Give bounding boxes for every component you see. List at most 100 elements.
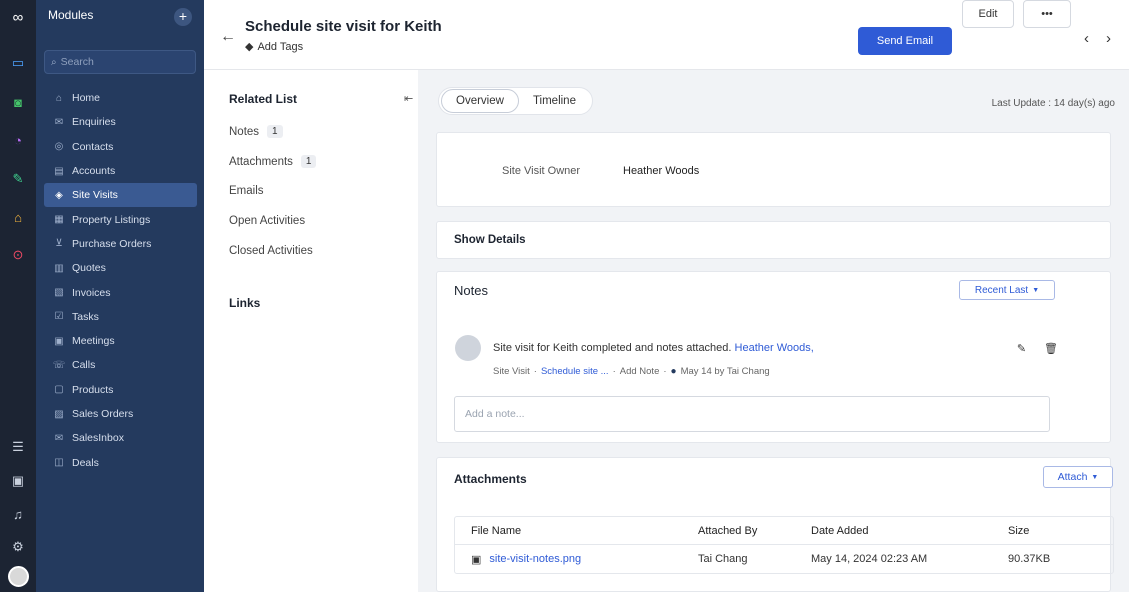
tab-timeline[interactable]: Timeline <box>519 90 590 112</box>
links-heading: Links <box>229 296 261 310</box>
attach-button[interactable]: Attach ▼ <box>1043 466 1113 488</box>
app-window: ∞ ▭ ◙ ◔ ✎ ⌂ ⊙ ☰ ▣ ♫ ⚙ Modules + ⌕ ⌂ Home … <box>0 0 1129 592</box>
add-module-button[interactable]: + <box>174 8 192 26</box>
send-email-button[interactable]: Send Email <box>858 27 952 55</box>
owner-value[interactable]: Heather Woods <box>623 165 699 177</box>
sidebar-item-label: Site Visits <box>72 189 118 202</box>
sidebar-item-accounts[interactable]: ▤ Accounts <box>44 159 197 183</box>
related-item-closed-activities[interactable]: Closed Activities <box>229 245 313 257</box>
app-logo-icon[interactable]: ∞ <box>0 6 36 28</box>
attached-by-cell: Tai Chang <box>698 553 748 565</box>
sidebar-item-label: SalesInbox <box>72 432 124 445</box>
file-link[interactable]: site-visit-notes.png <box>489 553 581 565</box>
sidebar-item-home[interactable]: ⌂ Home <box>44 86 197 110</box>
add-tags-link[interactable]: ◆ Add Tags <box>245 40 304 54</box>
edit-note-icon[interactable]: ✎ <box>1017 342 1026 355</box>
notes-sort-dropdown[interactable]: Recent Last ▼ <box>959 280 1055 300</box>
tab-overview[interactable]: Overview <box>441 89 519 113</box>
attachments-card: Attachments Attach ▼ File Name Attached … <box>436 457 1114 592</box>
pie-chart-icon[interactable]: ◔ <box>0 129 36 151</box>
note-author-avatar <box>455 335 481 361</box>
store-icon[interactable]: ⌂ <box>0 206 36 228</box>
related-item-open-activities[interactable]: Open Activities <box>229 215 305 227</box>
bell-icon[interactable]: ♫ <box>0 503 36 525</box>
sidebar-item-products[interactable]: ▢ Products <box>44 378 197 402</box>
sidebar-item-invoices[interactable]: ▧ Invoices <box>44 280 197 304</box>
show-details-card[interactable]: Show Details <box>436 221 1111 259</box>
sidebar-item-enquiries[interactable]: ✉ Enquiries <box>44 110 197 134</box>
sidebar-item-property-listings[interactable]: ▦ Property Listings <box>44 207 197 231</box>
sidebar-item-label: Purchase Orders <box>72 237 152 250</box>
sidebar-search-input[interactable] <box>60 56 181 68</box>
column-header-file-name[interactable]: File Name <box>455 525 698 537</box>
enquiries-icon: ✉ <box>54 116 64 128</box>
calls-icon: ☏ <box>52 359 66 371</box>
settings-icon[interactable]: ⚙ <box>0 536 36 558</box>
next-record-icon[interactable]: › <box>1106 30 1111 47</box>
collapse-panel-icon[interactable]: ⇤ <box>404 92 413 105</box>
attachments-title: Attachments <box>454 472 527 486</box>
size-cell: 90.37KB <box>1008 553 1051 565</box>
products-icon: ▢ <box>54 384 64 396</box>
attach-label: Attach <box>1057 471 1088 483</box>
contacts-icon: ◎ <box>54 141 64 153</box>
note-meta: Site Visit · Schedule site ... · Add Not… <box>493 366 770 377</box>
folder-icon[interactable]: ▭ <box>0 52 36 74</box>
related-item-label: Open Activities <box>229 215 306 227</box>
sidebar-search[interactable]: ⌕ <box>44 50 196 74</box>
last-update-text: Last Update : 14 day(s) ago <box>991 98 1115 109</box>
sidebar-item-salesinbox[interactable]: ✉ SalesInbox <box>44 426 197 450</box>
tasks-icon: ☑ <box>54 311 64 323</box>
owner-card: Site Visit Owner Heather Woods <box>436 132 1111 207</box>
sidebar-item-purchase-orders[interactable]: ⊻ Purchase Orders <box>44 232 197 256</box>
meetings-icon: ▣ <box>54 335 64 347</box>
sidebar-item-tasks[interactable]: ☑ Tasks <box>44 305 197 329</box>
column-header-attached-by[interactable]: Attached By <box>698 525 811 537</box>
note-actions: ✎ 🗑 <box>1017 342 1058 355</box>
edit-doc-icon[interactable]: ✎ <box>0 168 36 190</box>
note-record-link[interactable]: Schedule site ... <box>541 366 609 377</box>
column-header-size[interactable]: Size <box>1008 525 1108 537</box>
sidebar-item-sales-orders[interactable]: ▨ Sales Orders <box>44 402 197 426</box>
view-tabs: Overview Timeline <box>438 87 593 115</box>
related-item-label: Emails <box>229 185 264 197</box>
sidebar-item-calls[interactable]: ☏ Calls <box>44 353 197 377</box>
related-item-attachments[interactable]: Attachments 1 <box>229 155 317 168</box>
modules-sidebar: Modules + ⌕ ⌂ Home ✉ Enquiries ◎ Contacts ▤… <box>36 0 204 592</box>
sidebar-item-quotes[interactable]: ▥ Quotes <box>44 256 197 280</box>
separator-dot: · <box>663 366 667 377</box>
table-row[interactable]: ▣ site-visit-notes.png Tai Chang May 14,… <box>455 545 1113 573</box>
analytics-icon[interactable]: ◙ <box>0 91 36 113</box>
note-text: Site visit for Keith completed and notes… <box>493 342 732 354</box>
sidebar-item-contacts[interactable]: ◎ Contacts <box>44 135 197 159</box>
previous-record-icon[interactable]: ‹ <box>1084 30 1089 47</box>
back-arrow-icon[interactable]: ← <box>220 28 236 46</box>
home-icon: ⌂ <box>55 92 63 104</box>
sidebar-item-site-visits[interactable]: ◈ Site Visits <box>44 183 197 208</box>
related-item-notes[interactable]: Notes 1 <box>229 125 283 138</box>
more-actions-button[interactable]: ••• <box>1023 0 1071 28</box>
notes-card: Notes Recent Last ▼ Site visit for Keith… <box>436 271 1111 443</box>
image-file-icon: ▣ <box>471 553 482 566</box>
search-icon: ⌕ <box>51 56 57 68</box>
add-note-input[interactable] <box>454 396 1050 432</box>
sidebar-item-deals[interactable]: ◫ Deals <box>44 450 197 474</box>
quotes-icon: ▥ <box>54 262 64 274</box>
calendar-icon[interactable]: ▣ <box>0 470 36 492</box>
notes-icon[interactable]: ☰ <box>0 436 36 458</box>
edit-button[interactable]: Edit <box>962 0 1014 28</box>
separator-dot: · <box>533 366 537 377</box>
chevron-down-icon: ▼ <box>1032 286 1040 294</box>
add-tags-label: Add Tags <box>257 40 304 53</box>
related-item-emails[interactable]: Emails <box>229 185 264 197</box>
search-icon[interactable]: ⊙ <box>0 244 36 266</box>
column-header-date-added[interactable]: Date Added <box>811 525 1008 537</box>
sidebar-item-label: Home <box>72 92 101 105</box>
user-avatar[interactable] <box>8 566 29 587</box>
note-mention-link[interactable]: Heather Woods, <box>735 342 814 354</box>
related-item-count: 1 <box>267 125 283 138</box>
add-note-link[interactable]: Add Note <box>620 366 660 377</box>
sidebar-item-meetings[interactable]: ▣ Meetings <box>44 329 197 353</box>
show-details-link[interactable]: Show Details <box>454 234 526 246</box>
delete-note-icon[interactable]: 🗑 <box>1044 342 1058 355</box>
